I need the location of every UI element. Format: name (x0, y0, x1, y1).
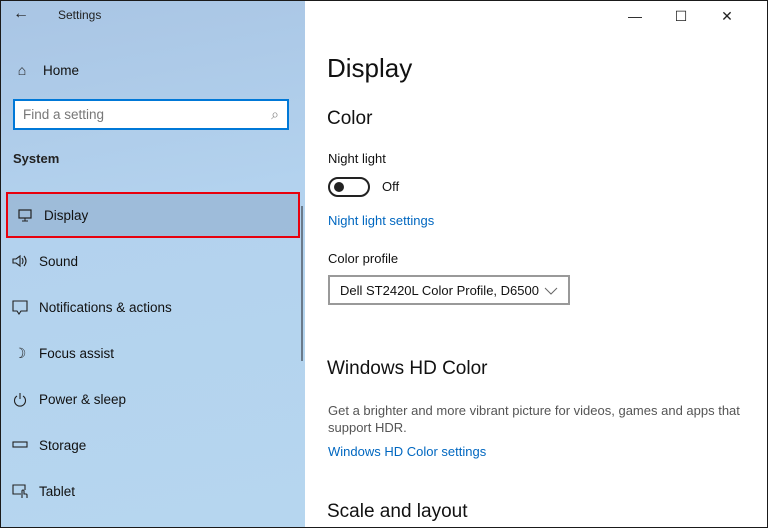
color-profile-label: Color profile (328, 251, 399, 266)
back-arrow-icon[interactable]: ← (13, 5, 29, 23)
sidebar-item-notifications[interactable]: Notifications & actions (1, 284, 301, 330)
notification-icon (1, 299, 39, 315)
night-light-settings-link[interactable]: Night light settings (328, 213, 434, 228)
speaker-icon (1, 254, 39, 268)
sidebar-item-label: Notifications & actions (39, 299, 172, 315)
storage-icon (1, 441, 39, 449)
sidebar-item-sound[interactable]: Sound (1, 238, 301, 284)
sidebar-item-power[interactable]: Power & sleep (1, 376, 301, 422)
section-heading: System (13, 151, 60, 166)
night-light-label: Night light (328, 151, 386, 166)
sidebar-item-label: Power & sleep (39, 391, 127, 407)
sidebar-item-label: Focus assist (39, 345, 115, 361)
sidebar-item-focus-assist[interactable]: ☽ Focus assist (1, 330, 301, 376)
night-light-state: Off (382, 179, 400, 194)
tablet-icon (1, 483, 39, 499)
maximize-button[interactable]: ☐ (658, 1, 704, 31)
page-title: Display (327, 53, 413, 83)
power-icon (1, 392, 39, 407)
sidebar-item-tablet[interactable]: Tablet (1, 468, 301, 514)
color-heading: Color (327, 108, 373, 129)
moon-icon: ☽ (13, 344, 27, 361)
color-profile-value: Dell ST2420L Color Profile, D6500 (340, 282, 539, 298)
sidebar-item-storage[interactable]: Storage (1, 422, 301, 468)
color-profile-dropdown[interactable]: Dell ST2420L Color Profile, D6500 (328, 275, 570, 305)
night-light-toggle[interactable] (328, 177, 370, 197)
toggle-knob (334, 182, 344, 192)
sidebar-item-label: Tablet (39, 483, 76, 499)
app-title: Settings (58, 8, 102, 22)
minimize-button[interactable]: — (612, 1, 658, 31)
search-icon: ⌕ (271, 106, 279, 122)
scale-layout-heading: Scale and layout (327, 501, 468, 522)
search-input[interactable]: Find a setting ⌕ (13, 99, 289, 130)
sidebar: ← Settings ⌂ Home Find a setting ⌕ Syste… (1, 1, 305, 527)
home-label: Home (43, 62, 80, 78)
search-placeholder: Find a setting (23, 107, 105, 122)
sidebar-item-label: Storage (39, 437, 87, 453)
hd-color-heading: Windows HD Color (327, 358, 488, 379)
sidebar-item-label: Sound (39, 253, 79, 269)
sidebar-scrollbar[interactable] (301, 206, 303, 361)
settings-window: ← Settings ⌂ Home Find a setting ⌕ Syste… (0, 0, 768, 528)
hd-color-description: Get a brighter and more vibrant picture … (328, 403, 740, 435)
sidebar-item-label: Display (44, 207, 89, 223)
sidebar-item-home[interactable]: ⌂ Home (1, 53, 301, 87)
monitor-icon (6, 208, 44, 222)
main-content: — ☐ ✕ Display Color Night light Off Nigh… (305, 1, 767, 527)
hd-color-settings-link[interactable]: Windows HD Color settings (328, 444, 486, 459)
home-icon: ⌂ (17, 62, 27, 78)
chevron-down-icon (544, 283, 558, 298)
sidebar-item-display[interactable]: Display (6, 192, 300, 238)
close-button[interactable]: ✕ (704, 1, 750, 31)
